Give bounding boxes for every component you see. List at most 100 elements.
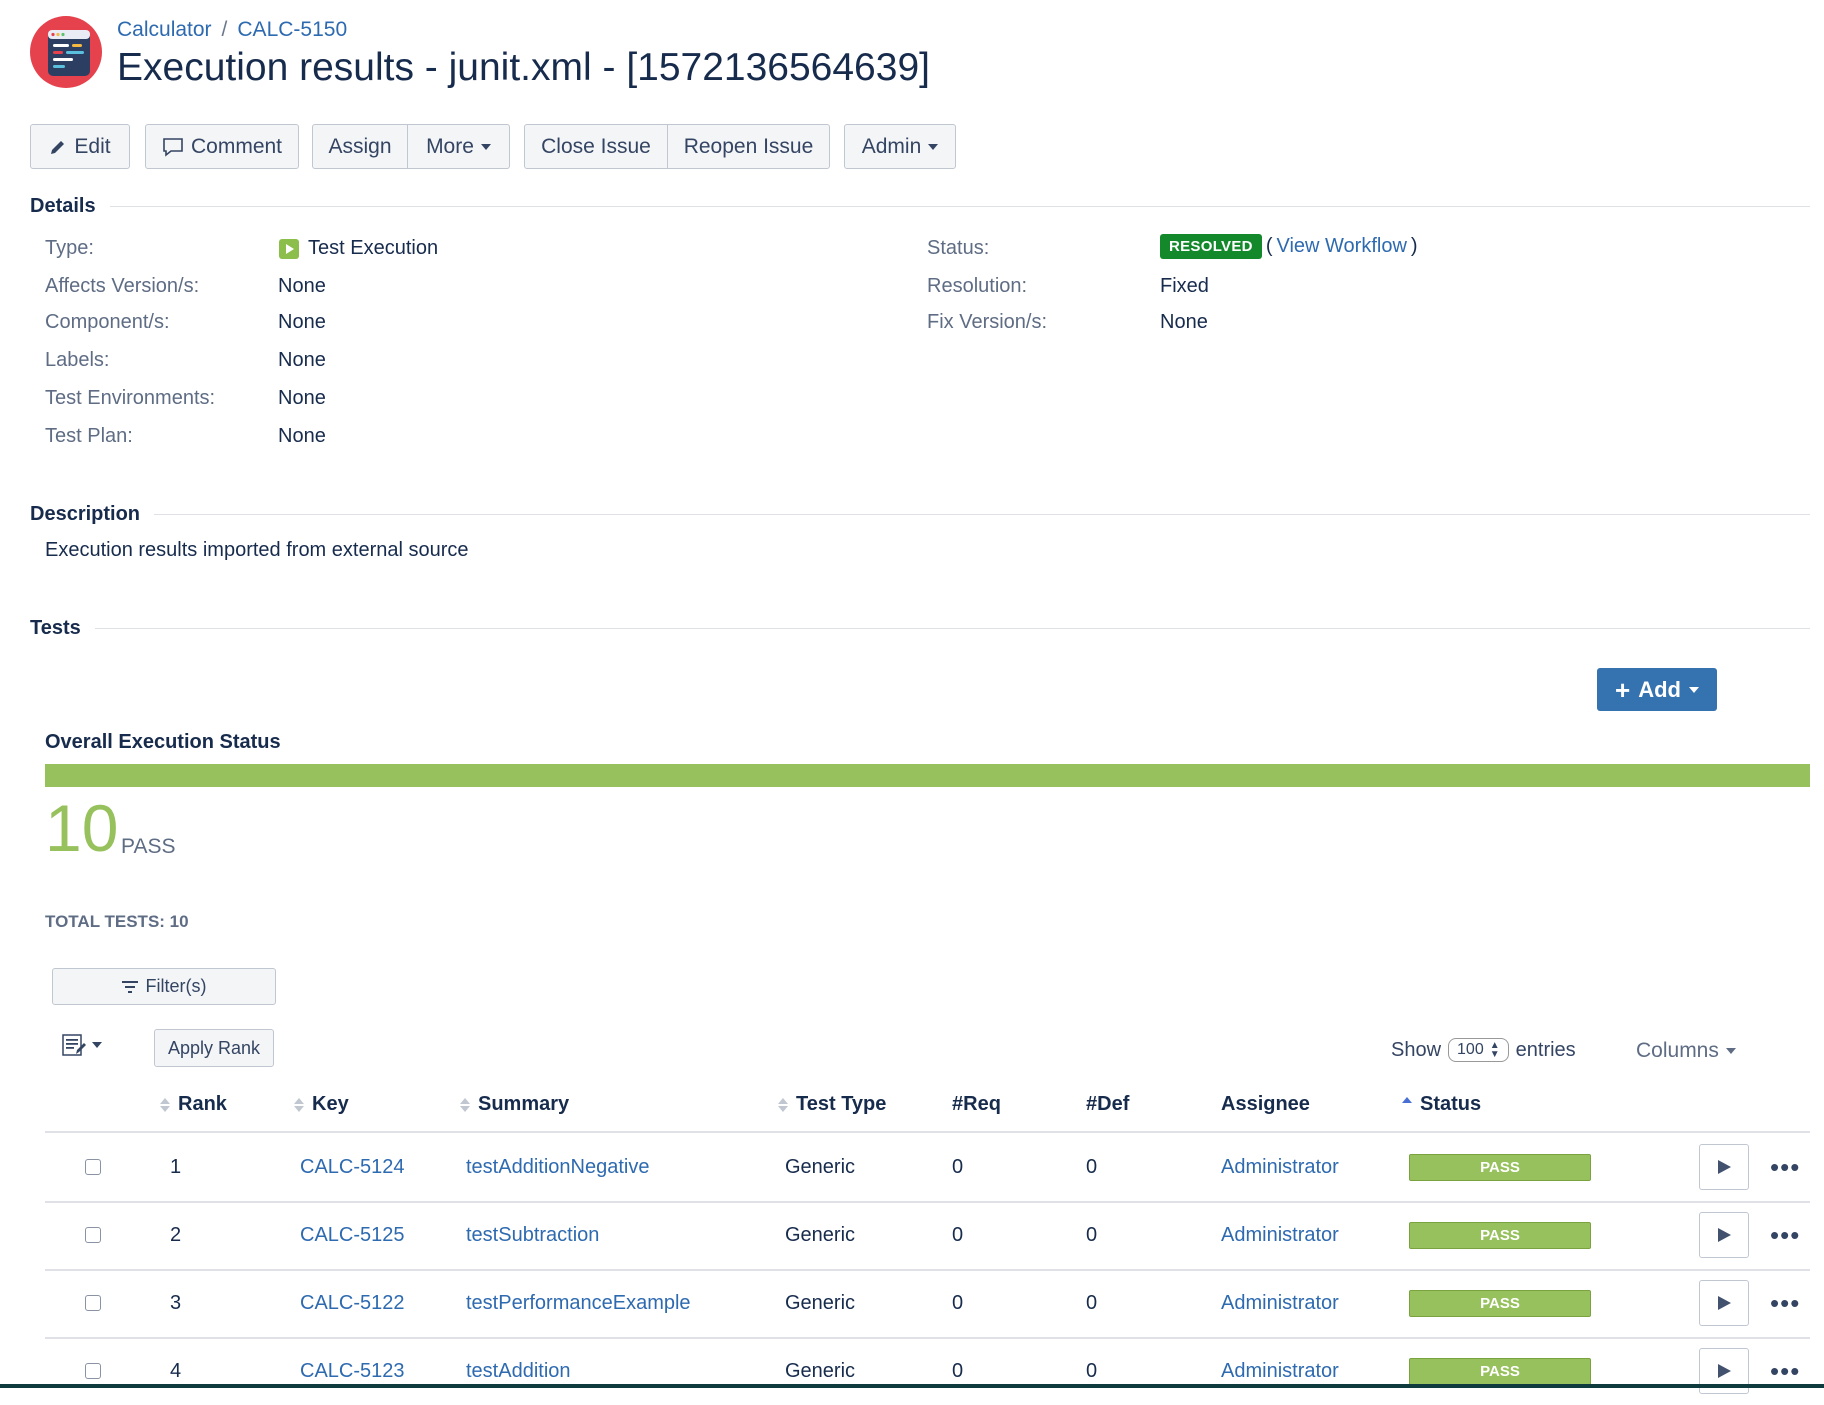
details-heading: Details [30,195,1810,218]
close-issue-label: Close Issue [541,134,651,158]
close-issue-button[interactable]: Close Issue [525,125,667,168]
status-header-label: Status [1420,1093,1482,1115]
status-badge: RESOLVED [1160,234,1262,259]
column-header-req[interactable]: #Req [952,1093,1001,1116]
affects-version-label: Affects Version/s: [45,275,200,297]
show-label: Show [1391,1038,1442,1061]
more-actions-icon[interactable]: ••• [1770,1152,1800,1183]
row-key-link[interactable]: CALC-5123 [300,1360,405,1383]
row-assignee-link[interactable]: Administrator [1221,1224,1339,1247]
project-avatar[interactable] [30,16,102,88]
column-header-test-type[interactable]: Test Type [778,1093,886,1116]
row-rank: 2 [170,1223,182,1246]
column-chooser-button[interactable] [62,1034,102,1056]
def-header-label: #Def [1086,1093,1130,1115]
row-assignee-link[interactable]: Administrator [1221,1292,1339,1315]
reopen-issue-label: Reopen Issue [683,134,814,158]
row-key-link[interactable]: CALC-5122 [300,1292,405,1315]
filters-button[interactable]: Filter(s) [52,968,276,1005]
description-heading: Description [30,503,1810,526]
column-header-summary[interactable]: Summary [460,1093,569,1116]
window-bottom-edge [0,1384,1824,1388]
columns-button-label: Columns [1636,1039,1719,1062]
test-plan-label: Test Plan: [45,425,133,447]
add-button-label: Add [1638,676,1681,702]
row-assignee-link[interactable]: Administrator [1221,1360,1339,1383]
more-actions-icon[interactable]: ••• [1770,1356,1800,1387]
page-size-select[interactable]: 100 ▲ ▼ [1448,1038,1509,1062]
type-value-text: Test Execution [308,237,439,259]
filters-button-label: Filter(s) [145,976,207,996]
table-row: 4 CALC-5123 testAddition Generic 0 0 Adm… [45,1337,1810,1405]
column-header-assignee[interactable]: Assignee [1221,1093,1310,1116]
page-size-value: 100 [1457,1041,1484,1058]
sort-icon [778,1097,788,1112]
test-type-header-label: Test Type [796,1093,887,1115]
comment-button[interactable]: Comment [145,124,299,169]
row-test-type: Generic [785,1359,856,1382]
column-header-key[interactable]: Key [294,1093,349,1116]
page-title: Execution results - junit.xml - [1572136… [117,46,930,89]
sort-icon [460,1097,470,1112]
row-checkbox[interactable] [85,1227,101,1243]
add-tests-button[interactable]: + Add [1597,668,1717,711]
play-icon [1718,1228,1731,1242]
row-def: 0 [1086,1155,1098,1178]
column-header-rank[interactable]: Rank [160,1093,227,1116]
entries-label: entries [1515,1038,1576,1061]
assign-button[interactable]: Assign [313,125,407,168]
row-key-link[interactable]: CALC-5124 [300,1156,405,1179]
chevron-down-icon [92,1042,102,1048]
row-req: 0 [952,1223,964,1246]
row-checkbox[interactable] [85,1295,101,1311]
row-checkbox[interactable] [85,1363,101,1379]
admin-button[interactable]: Admin [844,124,956,169]
key-header-label: Key [312,1093,349,1115]
more-actions-icon[interactable]: ••• [1770,1288,1800,1319]
play-icon [1718,1296,1731,1310]
row-key-link[interactable]: CALC-5125 [300,1224,405,1247]
sort-ascending-icon [1402,1096,1412,1103]
row-test-type: Generic [785,1155,856,1178]
edit-button-label: Edit [74,134,111,158]
type-label: Type: [45,237,94,259]
chevron-down-icon [1688,686,1699,693]
row-summary-link[interactable]: testPerformanceExample [466,1292,691,1315]
rank-header-label: Rank [178,1093,227,1115]
row-summary-link[interactable]: testSubtraction [466,1224,599,1247]
row-req: 0 [952,1155,964,1178]
apply-rank-label: Apply Rank [167,1037,261,1058]
reopen-issue-button[interactable]: Reopen Issue [667,125,829,168]
breadcrumb-issue-link[interactable]: CALC-5150 [237,18,347,42]
details-heading-text: Details [30,195,96,217]
calculator-app-icon [48,30,90,76]
sort-icon [160,1097,170,1112]
play-icon [1718,1160,1731,1174]
test-environments-value: None [278,387,326,409]
view-workflow-link[interactable]: View Workflow [1276,235,1406,258]
row-summary-link[interactable]: testAddition [466,1360,571,1383]
row-def: 0 [1086,1359,1098,1382]
plus-icon: + [1615,674,1631,705]
row-status-badge: PASS [1409,1153,1591,1181]
apply-rank-button[interactable]: Apply Rank [154,1029,274,1067]
row-status-badge: PASS [1409,1221,1591,1249]
chevron-down-icon [928,143,939,150]
affects-version-value: None [278,275,326,297]
edit-button[interactable]: Edit [30,124,130,169]
execute-button[interactable] [1699,1280,1749,1326]
column-header-def[interactable]: #Def [1086,1093,1129,1116]
execute-button[interactable] [1699,1212,1749,1258]
row-checkbox[interactable] [85,1159,101,1175]
columns-button[interactable]: Columns [1636,1039,1736,1063]
more-actions-icon[interactable]: ••• [1770,1220,1800,1251]
column-header-status[interactable]: Status [1402,1093,1481,1116]
comment-button-label: Comment [190,134,283,158]
row-assignee-link[interactable]: Administrator [1221,1156,1339,1179]
more-button[interactable]: More [407,125,509,168]
row-rank: 1 [170,1155,182,1178]
execute-button[interactable] [1699,1144,1749,1190]
row-summary-link[interactable]: testAdditionNegative [466,1156,649,1179]
breadcrumb-project-link[interactable]: Calculator [117,18,212,42]
row-status-badge: PASS [1409,1357,1591,1385]
